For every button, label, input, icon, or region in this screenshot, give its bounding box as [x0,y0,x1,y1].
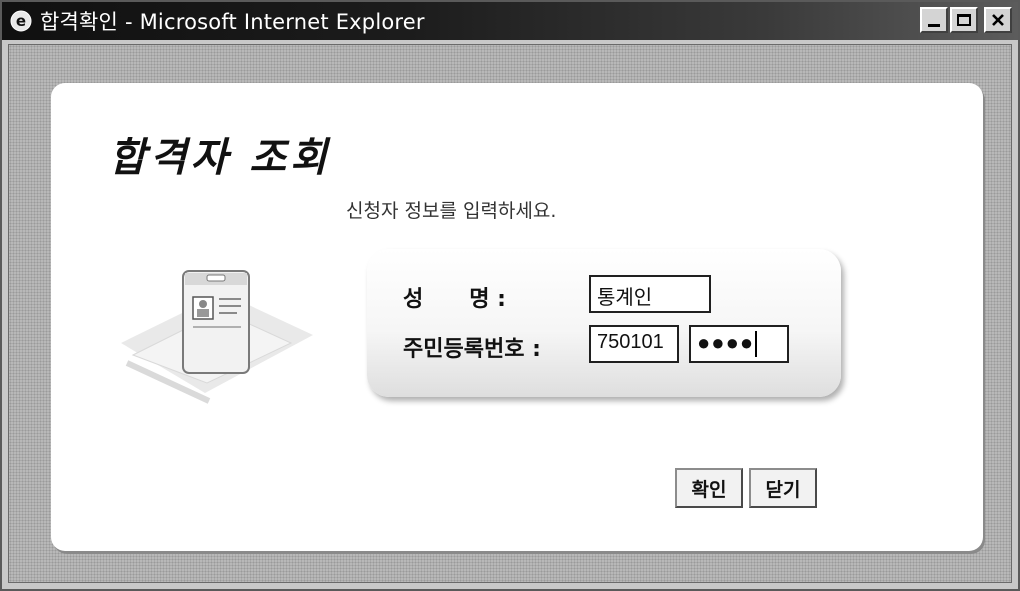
title-bar[interactable]: e 합격확인 - Microsoft Internet Explorer [2,2,1018,40]
minimize-icon [928,23,940,27]
ie-window: e 합격확인 - Microsoft Internet Explorer 합격자… [0,0,1020,591]
name-input[interactable]: 통계인 [589,275,711,313]
window-title: 합격확인 - Microsoft Internet Explorer [40,10,425,34]
close-icon [992,14,1004,26]
name-label: 성 명 : [403,287,506,312]
svg-text:e: e [16,12,26,30]
ie-icon[interactable]: e [8,8,34,34]
text-caret [755,331,758,358]
close-button[interactable] [984,7,1012,33]
resident-number-back-input[interactable]: ●●●● [689,325,789,363]
close-dialog-button[interactable]: 닫기 [749,468,817,508]
applicant-form: 성 명 : 통계인 주민등록번호 : 750101 ●●●● [367,249,841,397]
maximize-button[interactable] [950,7,978,33]
resident-number-front-input[interactable]: 750101 [589,325,679,363]
resident-number-label: 주민등록번호 : [403,337,541,362]
minimize-button[interactable] [920,7,948,33]
window-controls [920,7,1012,33]
confirm-button[interactable]: 확인 [675,468,743,508]
instruction-text: 신청자 정보를 입력하세요. [346,200,557,222]
maximize-icon [957,14,971,26]
page-heading: 합격자 조회 [109,134,331,181]
content-panel: 합격자 조회 신청자 정보를 입력하세요. 성 명 : 통계인 주민등록번호:… [51,83,983,551]
browser-content-area: 합격자 조회 신청자 정보를 입력하세요. 성 명 : 통계인 주민등록번호:… [8,44,1012,583]
resident-number-back-value: ●●●● [697,330,755,355]
id-card-illustration-icon [121,270,313,404]
